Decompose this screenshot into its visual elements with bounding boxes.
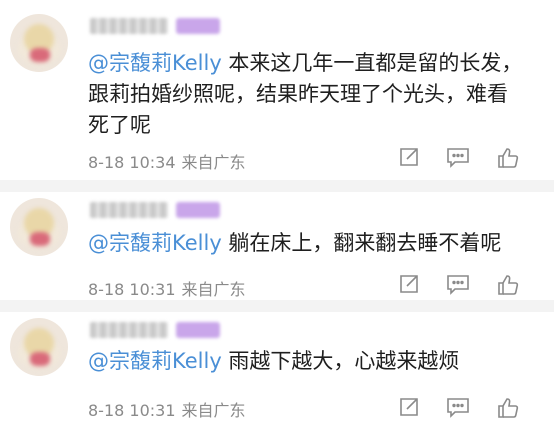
share-icon[interactable] bbox=[398, 396, 420, 418]
avatar[interactable] bbox=[10, 14, 68, 72]
comment-text: @宗馥莉Kelly 雨越下越大，心越来越烦 bbox=[88, 346, 528, 377]
comment-meta: 8-18 10:31 来自广东 bbox=[88, 276, 246, 300]
comment-location: 来自广东 bbox=[181, 401, 246, 420]
like-icon[interactable] bbox=[496, 273, 520, 297]
comment-meta: 8-18 10:31 来自广东 bbox=[88, 397, 246, 421]
section-divider bbox=[0, 300, 554, 312]
comment-text: @宗馥莉Kelly 躺在床上，翻来翻去睡不着呢 bbox=[88, 228, 528, 259]
comment-time: 8-18 10:31 bbox=[88, 401, 176, 420]
comment-item: @宗馥莉Kelly 躺在床上，翻来翻去睡不着呢 8-18 10:31 来自广东 bbox=[0, 192, 554, 302]
comment-text: @宗馥莉Kelly 本来这几年一直都是留的长发，跟莉拍婚纱照呢，结果昨天理了个光… bbox=[88, 48, 528, 141]
share-icon[interactable] bbox=[398, 146, 420, 168]
like-icon[interactable] bbox=[496, 396, 520, 420]
user-badge bbox=[176, 322, 220, 338]
comment-body: 雨越下越大，心越来越烦 bbox=[221, 349, 460, 373]
section-divider bbox=[0, 180, 554, 192]
share-icon[interactable] bbox=[398, 273, 420, 295]
user-badge bbox=[176, 18, 220, 34]
comment-actions bbox=[398, 273, 528, 297]
username-blurred[interactable] bbox=[90, 18, 168, 34]
comment-meta: 8-18 10:34 来自广东 bbox=[88, 149, 246, 173]
comment-actions bbox=[398, 396, 528, 420]
comment-item: @宗馥莉Kelly 雨越下越大，心越来越烦 8-18 10:31 来自广东 bbox=[0, 312, 554, 425]
comment-time: 8-18 10:31 bbox=[88, 280, 176, 299]
avatar[interactable] bbox=[10, 318, 68, 376]
mention-link[interactable]: @宗馥莉Kelly bbox=[88, 349, 222, 373]
username-blurred[interactable] bbox=[90, 322, 168, 338]
comment-item: @宗馥莉Kelly 本来这几年一直都是留的长发，跟莉拍婚纱照呢，结果昨天理了个光… bbox=[0, 0, 554, 182]
comment-icon[interactable] bbox=[446, 146, 470, 168]
comment-time: 8-18 10:34 bbox=[88, 153, 176, 172]
comment-body: 躺在床上，翻来翻去睡不着呢 bbox=[221, 231, 502, 255]
comment-location: 来自广东 bbox=[181, 280, 246, 299]
like-icon[interactable] bbox=[496, 146, 520, 170]
username-blurred[interactable] bbox=[90, 202, 168, 218]
mention-link[interactable]: @宗馥莉Kelly bbox=[88, 51, 222, 75]
comment-location: 来自广东 bbox=[181, 153, 246, 172]
avatar[interactable] bbox=[10, 198, 68, 256]
comment-actions bbox=[398, 146, 528, 170]
user-badge bbox=[176, 202, 220, 218]
mention-link[interactable]: @宗馥莉Kelly bbox=[88, 231, 222, 255]
comment-icon[interactable] bbox=[446, 396, 470, 418]
comment-icon[interactable] bbox=[446, 273, 470, 295]
